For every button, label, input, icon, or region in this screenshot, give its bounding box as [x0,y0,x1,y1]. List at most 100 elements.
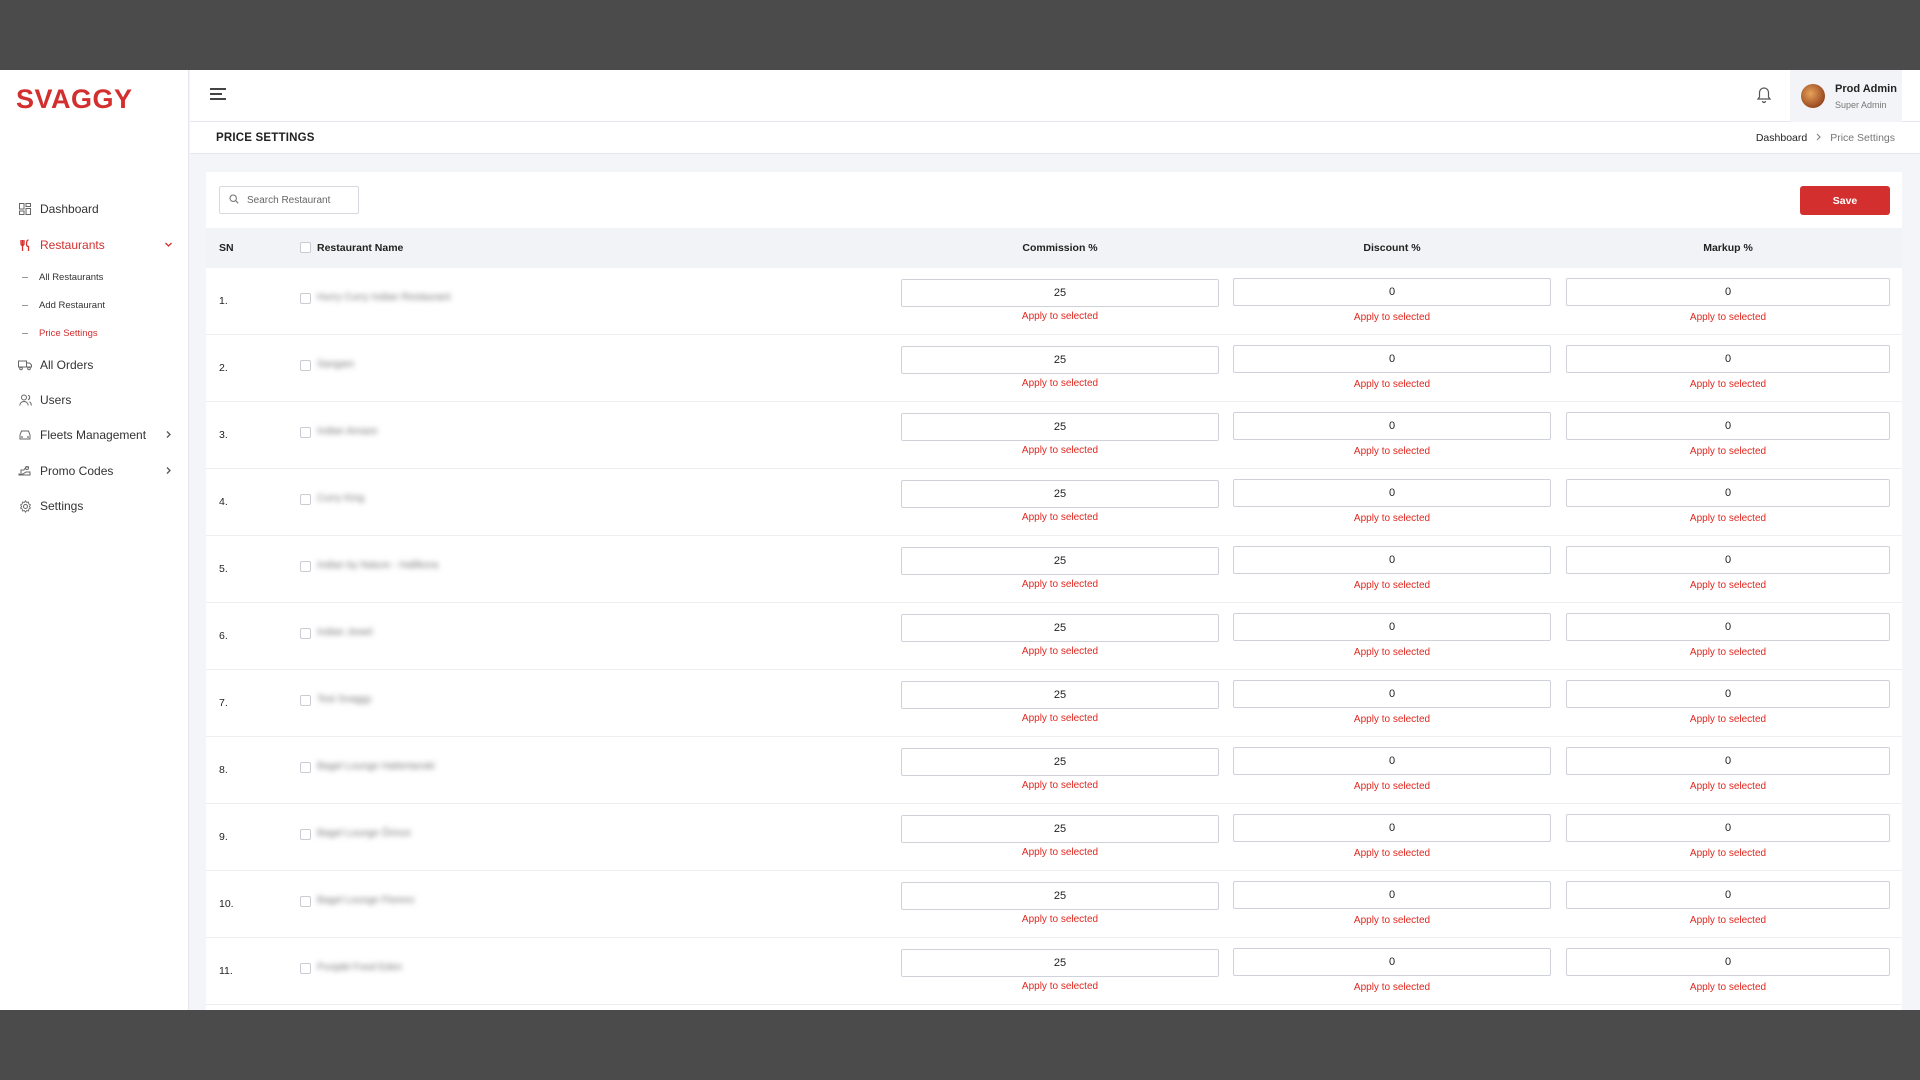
markup-input[interactable] [1566,546,1890,574]
row-checkbox[interactable] [300,293,311,304]
row-checkbox[interactable] [300,695,311,706]
discount-apply-link[interactable]: Apply to selected [1233,513,1551,524]
bell-icon[interactable] [1756,86,1772,104]
gear-icon [18,499,32,513]
markup-apply-link[interactable]: Apply to selected [1566,848,1890,859]
discount-input[interactable] [1233,412,1551,440]
discount-input[interactable] [1233,345,1551,373]
row-checkbox[interactable] [300,494,311,505]
commission-apply-link[interactable]: Apply to selected [901,713,1219,724]
commission-apply-link[interactable]: Apply to selected [901,579,1219,590]
sidebar-item-all-orders[interactable]: All Orders [0,353,189,377]
discount-input[interactable] [1233,546,1551,574]
commission-input[interactable] [901,547,1219,575]
markup-input[interactable] [1566,881,1890,909]
discount-input[interactable] [1233,814,1551,842]
discount-apply-link[interactable]: Apply to selected [1233,848,1551,859]
commission-apply-link[interactable]: Apply to selected [901,847,1219,858]
markup-input[interactable] [1566,613,1890,641]
sidebar-item-promo-codes[interactable]: Promo Codes [0,459,189,483]
row-checkbox[interactable] [300,762,311,773]
commission-input[interactable] [901,681,1219,709]
search-field[interactable] [219,186,359,214]
markup-apply-link[interactable]: Apply to selected [1566,446,1890,457]
discount-apply-link[interactable]: Apply to selected [1233,714,1551,725]
breadcrumb-dashboard[interactable]: Dashboard [1756,132,1807,144]
markup-apply-link[interactable]: Apply to selected [1566,513,1890,524]
commission-input[interactable] [901,480,1219,508]
row-checkbox[interactable] [300,829,311,840]
sidebar-item-fleets-management[interactable]: Fleets Management [0,423,189,447]
commission-input[interactable] [901,949,1219,977]
discount-input[interactable] [1233,613,1551,641]
markup-apply-link[interactable]: Apply to selected [1566,982,1890,993]
discount-input[interactable] [1233,881,1551,909]
discount-apply-link[interactable]: Apply to selected [1233,915,1551,926]
discount-apply-link[interactable]: Apply to selected [1233,647,1551,658]
sidebar-subitem-add-restaurant[interactable]: Add Restaurant [22,297,105,313]
markup-input[interactable] [1566,278,1890,306]
discount-input[interactable] [1233,747,1551,775]
discount-apply-link[interactable]: Apply to selected [1233,781,1551,792]
markup-apply-link[interactable]: Apply to selected [1566,647,1890,658]
commission-apply-link[interactable]: Apply to selected [901,780,1219,791]
commission-apply-link[interactable]: Apply to selected [901,914,1219,925]
commission-apply-link[interactable]: Apply to selected [901,311,1219,322]
row-checkbox[interactable] [300,963,311,974]
commission-input[interactable] [901,279,1219,307]
price-settings-card: Save SN Restaurant Name Commission % Dis… [206,172,1902,1010]
markup-apply-link[interactable]: Apply to selected [1566,379,1890,390]
save-button[interactable]: Save [1800,186,1890,215]
sidebar-subitem-all-restaurants[interactable]: All Restaurants [22,269,103,285]
commission-input[interactable] [901,882,1219,910]
discount-apply-link[interactable]: Apply to selected [1233,446,1551,457]
markup-input[interactable] [1566,479,1890,507]
discount-input[interactable] [1233,948,1551,976]
search-input[interactable] [247,194,357,206]
sidebar-item-dashboard[interactable]: Dashboard [0,197,189,221]
commission-apply-link[interactable]: Apply to selected [901,512,1219,523]
discount-input[interactable] [1233,278,1551,306]
select-all-checkbox[interactable] [300,242,311,253]
sidebar-item-settings[interactable]: Settings [0,494,189,518]
markup-apply-link[interactable]: Apply to selected [1566,714,1890,725]
chevron-down-icon [164,238,173,252]
sidebar-item-restaurants[interactable]: Restaurants [0,233,189,257]
sidebar-item-users[interactable]: Users [0,388,189,412]
markup-input[interactable] [1566,680,1890,708]
markup-apply-link[interactable]: Apply to selected [1566,781,1890,792]
discount-input[interactable] [1233,479,1551,507]
commission-input[interactable] [901,413,1219,441]
menu-toggle-icon[interactable] [210,88,226,102]
discount-apply-link[interactable]: Apply to selected [1233,982,1551,993]
commission-apply-link[interactable]: Apply to selected [901,378,1219,389]
markup-apply-link[interactable]: Apply to selected [1566,580,1890,591]
user-menu[interactable]: Prod Admin Super Admin [1790,70,1902,122]
sidebar-subitem-price-settings[interactable]: Price Settings [22,325,98,341]
markup-input[interactable] [1566,345,1890,373]
commission-apply-link[interactable]: Apply to selected [901,445,1219,456]
commission-input[interactable] [901,614,1219,642]
discount-input[interactable] [1233,680,1551,708]
markup-apply-link[interactable]: Apply to selected [1566,915,1890,926]
brand-logo[interactable]: SVAGGY [16,84,133,115]
row-checkbox[interactable] [300,628,311,639]
commission-apply-link[interactable]: Apply to selected [901,981,1219,992]
markup-input[interactable] [1566,412,1890,440]
row-checkbox[interactable] [300,427,311,438]
commission-input[interactable] [901,748,1219,776]
markup-input[interactable] [1566,948,1890,976]
discount-apply-link[interactable]: Apply to selected [1233,379,1551,390]
markup-input[interactable] [1566,747,1890,775]
commission-input[interactable] [901,815,1219,843]
row-sn: 11. [219,965,233,977]
markup-input[interactable] [1566,814,1890,842]
row-checkbox[interactable] [300,561,311,572]
row-checkbox[interactable] [300,360,311,371]
row-checkbox[interactable] [300,896,311,907]
discount-apply-link[interactable]: Apply to selected [1233,312,1551,323]
discount-apply-link[interactable]: Apply to selected [1233,580,1551,591]
commission-apply-link[interactable]: Apply to selected [901,646,1219,657]
markup-apply-link[interactable]: Apply to selected [1566,312,1890,323]
commission-input[interactable] [901,346,1219,374]
